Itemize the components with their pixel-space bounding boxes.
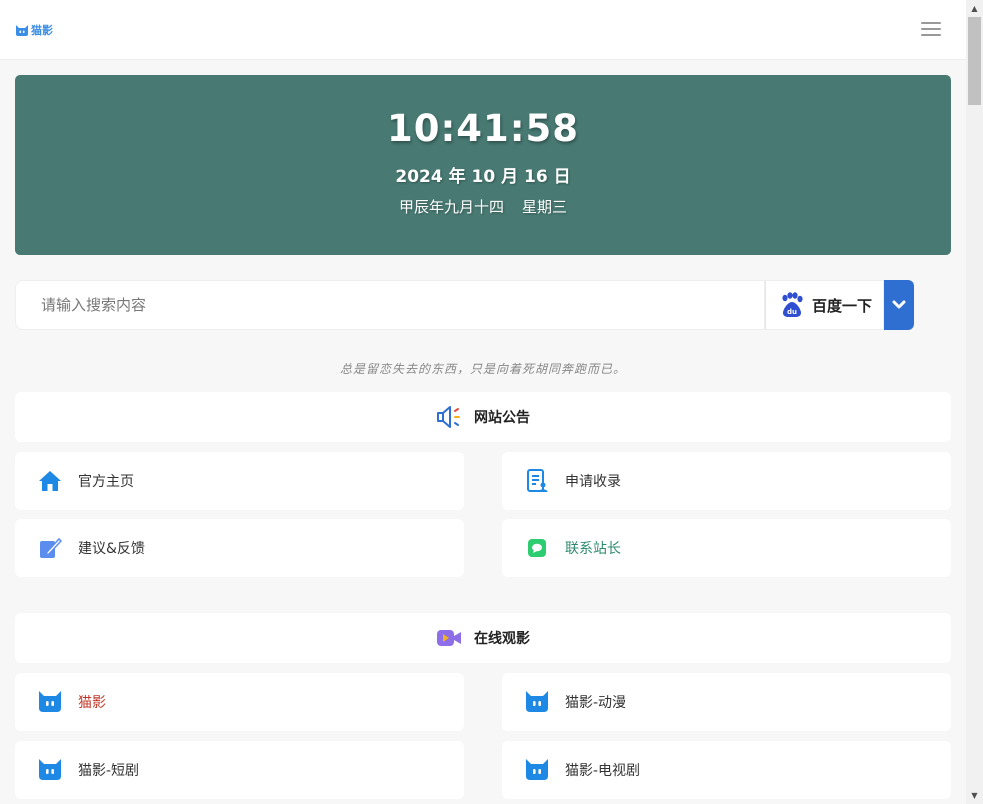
home-icon [38, 469, 62, 493]
link-card-maoying[interactable]: 猫影 [15, 673, 464, 731]
link-card-feedback[interactable]: 建议&反馈 [15, 519, 464, 577]
site-logo[interactable]: 猫影 [15, 22, 53, 38]
scroll-down-arrow-icon[interactable]: ▼ [966, 787, 983, 804]
card-label: 官方主页 [78, 474, 134, 490]
cat-face-icon [525, 690, 549, 714]
search-input[interactable] [15, 280, 765, 330]
logo-text: 猫影 [31, 24, 53, 37]
speaker-icon [437, 406, 460, 428]
cat-face-icon [38, 758, 62, 782]
search-engine-label: 百度一下 [812, 296, 873, 315]
search-engine-dropdown-button[interactable] [884, 280, 914, 330]
card-label: 申请收录 [565, 474, 621, 490]
link-card-maoying-anime[interactable]: 猫影-动漫 [502, 673, 951, 731]
link-card-contact-admin[interactable]: 联系站长 [502, 519, 951, 577]
card-label: 猫影-短剧 [78, 763, 140, 779]
card-label: 猫影-电视剧 [565, 763, 641, 779]
section-title: 在线观影 [474, 631, 530, 647]
cat-face-icon [38, 690, 62, 714]
search-engine-button[interactable]: du 百度一下 [765, 280, 884, 330]
document-user-icon [525, 469, 549, 493]
baidu-paw-icon: du [782, 292, 803, 317]
cat-face-icon [16, 24, 28, 36]
lunar-date: 甲辰年九月十四 [398, 198, 504, 216]
scroll-up-arrow-icon[interactable]: ▲ [966, 0, 983, 17]
link-card-submit-site[interactable]: 申请收录 [502, 452, 951, 510]
chevron-down-icon [892, 300, 906, 309]
clock-panel: 10:41:58 2024 年 10 月 16 日 甲辰年九月十四 星期三 [15, 75, 951, 255]
video-camera-icon [437, 630, 461, 646]
card-label: 猫影 [78, 695, 106, 711]
link-card-home[interactable]: 官方主页 [15, 452, 464, 510]
pencil-edit-icon [38, 536, 62, 560]
section-header-online-movies: 在线观影 [15, 613, 951, 663]
scrollbar-thumb[interactable] [968, 17, 981, 105]
section-title: 网站公告 [474, 410, 530, 426]
clock-date: 2024 年 10 月 16 日 [395, 167, 571, 187]
card-label: 建议&反馈 [78, 541, 145, 557]
card-label: 联系站长 [565, 541, 621, 557]
link-card-maoying-short-drama[interactable]: 猫影-短剧 [15, 741, 464, 799]
card-label: 猫影-动漫 [565, 695, 627, 711]
motto-text: 总是留恋失去的东西，只是向着死胡同奔跑而已。 [339, 362, 626, 376]
section-header-announcements: 网站公告 [15, 392, 951, 442]
clock-lunar-line: 甲辰年九月十四 星期三 [15, 196, 951, 217]
link-card-maoying-tv[interactable]: 猫影-电视剧 [502, 741, 951, 799]
chat-bubble-icon [525, 536, 549, 560]
top-navbar: 猫影 [0, 0, 966, 60]
weekday: 星期三 [522, 198, 568, 216]
hamburger-menu-icon[interactable] [921, 22, 941, 38]
cat-face-icon [525, 758, 549, 782]
page-scrollbar[interactable]: ▲ ▼ [966, 0, 983, 804]
clock-time: 10:41:58 [386, 107, 580, 150]
svg-text:du: du [787, 308, 797, 316]
